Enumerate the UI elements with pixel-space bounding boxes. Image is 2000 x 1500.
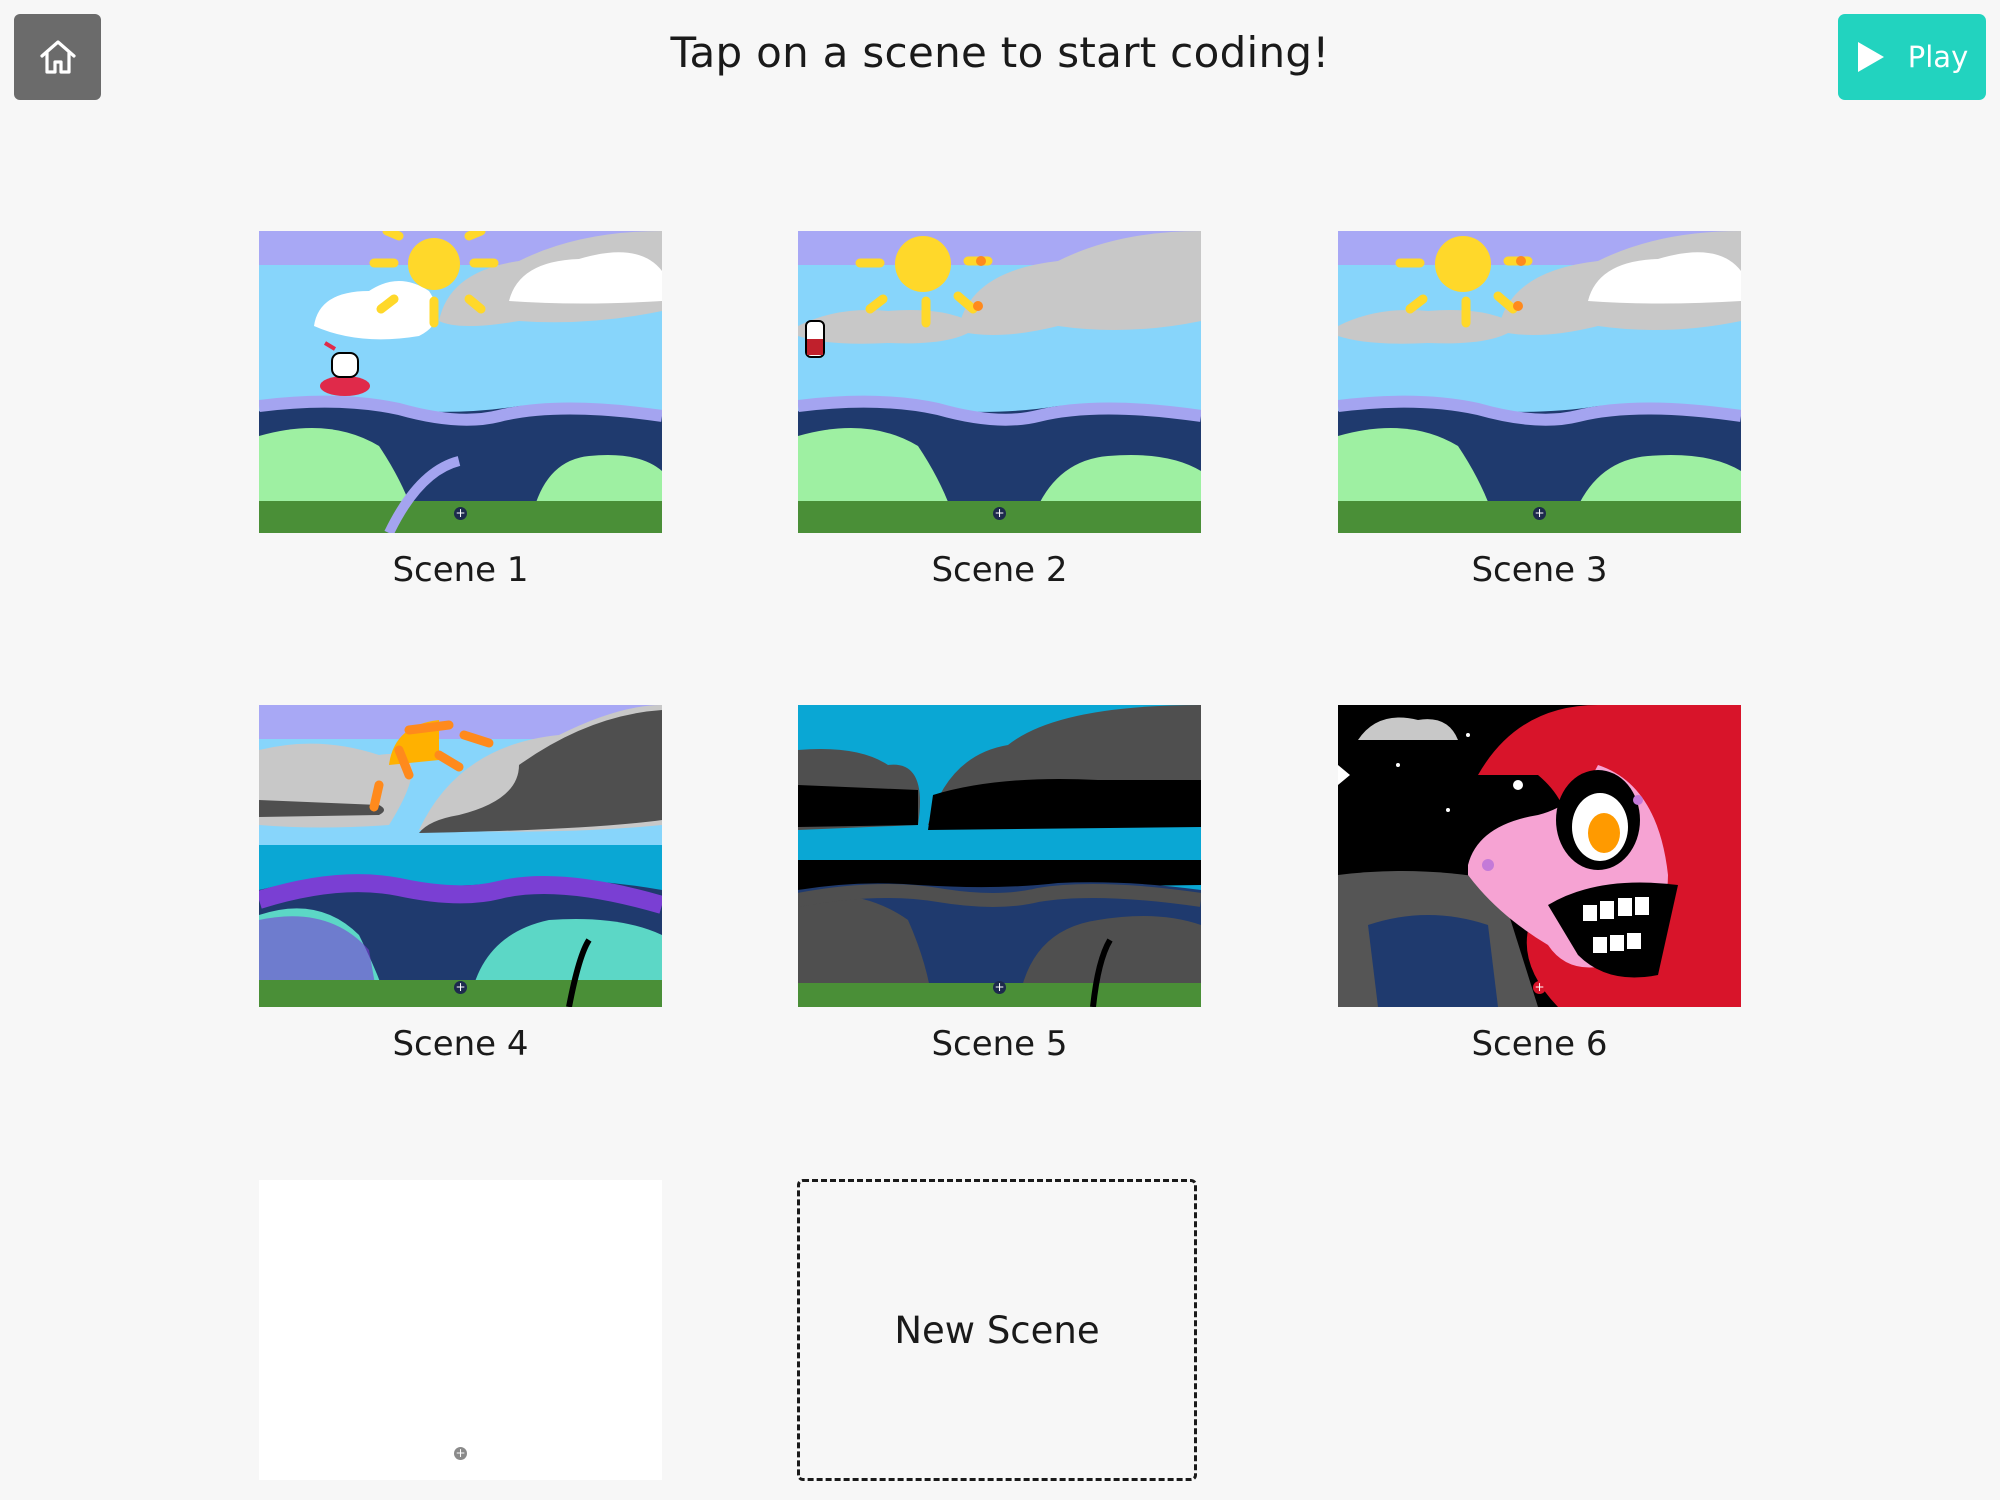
scene-thumbnail: +: [259, 231, 662, 533]
scene-thumbnail: +: [1338, 705, 1741, 1007]
scene-label: Scene 2: [931, 550, 1068, 590]
page-title: Tap on a scene to start coding!: [670, 28, 1330, 77]
scene-card[interactable]: + Scene 5: [798, 705, 1201, 1064]
add-icon: +: [454, 1446, 467, 1460]
scene-thumbnail: +: [259, 1180, 662, 1480]
new-scene-label: New Scene: [894, 1308, 1100, 1352]
scene-card[interactable]: + Scene 1: [259, 231, 662, 590]
play-button[interactable]: Play: [1838, 14, 1986, 100]
scene-label: Scene 1: [392, 550, 529, 590]
scene-card[interactable]: + Scene 2: [798, 231, 1201, 590]
add-icon: +: [454, 980, 467, 994]
add-icon: +: [993, 506, 1006, 520]
add-icon: +: [1533, 506, 1546, 520]
scene-label: Scene 6: [1471, 1024, 1608, 1064]
scene-label: Scene 4: [392, 1024, 529, 1064]
scene-label: Scene 5: [931, 1024, 1068, 1064]
scene-card[interactable]: + Scene 4: [259, 705, 662, 1064]
new-scene-button[interactable]: New Scene: [797, 1179, 1197, 1481]
scene-card[interactable]: + Scene 6: [1338, 705, 1741, 1064]
play-label: Play: [1907, 40, 1969, 74]
scene-thumbnail: +: [798, 231, 1201, 533]
scene-label: Scene 3: [1471, 550, 1608, 590]
scene-card[interactable]: + Scene 3: [1338, 231, 1741, 590]
add-icon: +: [993, 980, 1006, 994]
scene-card[interactable]: +: [259, 1180, 662, 1497]
add-icon: +: [1533, 980, 1546, 994]
scene-thumbnail: +: [259, 705, 662, 1007]
scene-thumbnail: +: [798, 705, 1201, 1007]
scene-thumbnail: +: [1338, 231, 1741, 533]
add-icon: +: [454, 506, 467, 520]
play-icon: [1857, 42, 1884, 72]
